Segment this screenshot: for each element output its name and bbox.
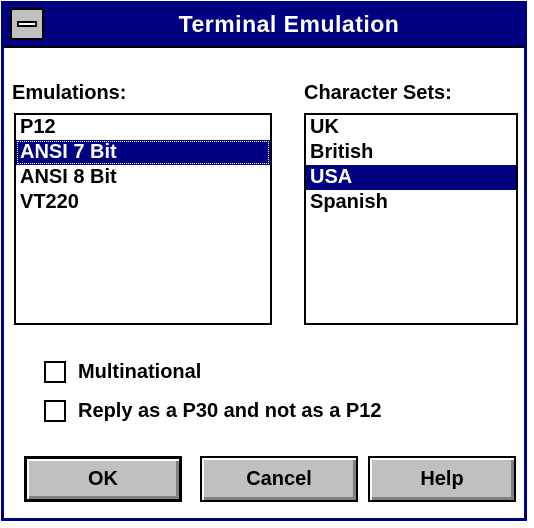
- cancel-button[interactable]: Cancel: [200, 456, 358, 502]
- emulation-item-vt220[interactable]: VT220: [16, 190, 270, 215]
- emulation-item-ansi-7-bit[interactable]: ANSI 7 Bit: [16, 140, 270, 165]
- terminal-emulation-dialog: Terminal Emulation Emulations: P12 ANSI …: [1, 1, 527, 521]
- charset-item-british[interactable]: British: [306, 140, 516, 165]
- multinational-checkbox[interactable]: [44, 361, 66, 383]
- reply-p30-label: Reply as a P30 and not as a P12: [78, 399, 382, 422]
- charset-item-uk[interactable]: UK: [306, 115, 516, 140]
- character-sets-listbox[interactable]: UK British USA Spanish: [304, 113, 518, 325]
- emulations-listbox[interactable]: P12 ANSI 7 Bit ANSI 8 Bit VT220: [14, 113, 272, 325]
- dialog-title: Terminal Emulation: [178, 11, 400, 37]
- title-bar: Terminal Emulation: [4, 4, 524, 48]
- emulation-item-ansi-8-bit[interactable]: ANSI 8 Bit: [16, 165, 270, 190]
- help-button[interactable]: Help: [368, 456, 516, 502]
- character-sets-label: Character Sets:: [304, 82, 452, 104]
- multinational-option[interactable]: Multinational: [44, 357, 201, 387]
- charset-item-spanish[interactable]: Spanish: [306, 190, 516, 215]
- multinational-label: Multinational: [78, 360, 202, 383]
- system-menu-button[interactable]: [10, 8, 44, 40]
- charset-item-usa[interactable]: USA: [306, 165, 516, 190]
- reply-p30-checkbox[interactable]: [44, 400, 66, 422]
- emulation-item-p12[interactable]: P12: [16, 115, 270, 140]
- system-menu-icon: [17, 21, 37, 27]
- reply-p30-option[interactable]: Reply as a P30 and not as a P12: [44, 396, 381, 426]
- ok-button[interactable]: OK: [24, 456, 182, 502]
- emulations-label: Emulations:: [12, 82, 127, 104]
